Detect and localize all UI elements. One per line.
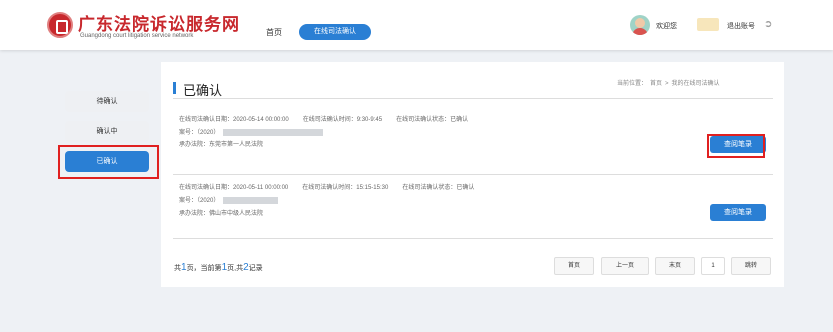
- record-item: 在线司法确认日期：2020-05-11 00:00:00 在线司法确认时间：15:…: [173, 176, 773, 246]
- pager-prev-button[interactable]: 上一页: [601, 257, 649, 275]
- logout-link[interactable]: 退出账号: [727, 21, 755, 31]
- user-avatar[interactable]: [630, 15, 650, 35]
- logout-icon[interactable]: ➲: [764, 19, 772, 30]
- record-court: 承办法院：东莞市第一人民法院: [179, 142, 264, 148]
- sidebar-item-pending[interactable]: 待确认: [65, 91, 149, 112]
- record-case-line: 案号：（2020）: [179, 195, 292, 204]
- record-time: 在线司法确认时间：9:30-9:45: [302, 117, 383, 123]
- record-court: 承办法院：佛山市中级人民法院: [179, 211, 264, 217]
- breadcrumb-prefix: 当前位置：: [617, 81, 648, 87]
- breadcrumb-current: 我的在线司法确认: [671, 81, 720, 87]
- highlight-box-view-button: [707, 134, 765, 158]
- record-divider: [173, 238, 773, 239]
- court-emblem-icon: [47, 12, 73, 38]
- main-panel: 已确认 当前位置： 首页 > 我的在线司法确认 在线司法确认日期：2020-05-14…: [161, 62, 784, 287]
- pager-last-button[interactable]: 末页: [655, 257, 695, 275]
- record-court-line: 承办法院：东莞市第一人民法院: [179, 139, 277, 148]
- nav-online-judicial-confirmation[interactable]: 在线司法确认: [299, 24, 371, 40]
- record-divider: [173, 174, 773, 175]
- view-transcript-button[interactable]: 查阅笔录: [710, 204, 766, 221]
- username-redacted: [697, 18, 719, 31]
- site-title: 广东法院诉讼服务网: [78, 15, 240, 34]
- nav-home-link[interactable]: 首页: [266, 27, 282, 38]
- record-case-line: 案号：（2020）: [179, 127, 337, 136]
- record-time: 在线司法确认时间：15:15-15:30: [302, 185, 389, 191]
- record-status: 在线司法确认状态：已确认: [396, 117, 469, 123]
- sidebar-item-confirming[interactable]: 确认中: [65, 121, 149, 142]
- case-no-redacted: [223, 196, 279, 204]
- pager-text: 记录: [248, 265, 263, 272]
- top-header: 广东法院诉讼服务网 Guangdong court litigation ser…: [0, 0, 833, 50]
- highlight-box-sidebar: [58, 145, 159, 179]
- record-status: 在线司法确认状态：已确认: [402, 185, 475, 191]
- pager-page-input[interactable]: 1: [701, 257, 725, 275]
- title-accent-bar: [173, 82, 176, 94]
- record-date: 在线司法确认日期：2020-05-14 00:00:00: [179, 117, 289, 123]
- breadcrumb-separator: >: [665, 81, 669, 87]
- case-no-redacted: [223, 128, 324, 136]
- title-divider: [173, 98, 773, 99]
- pager-text: 页,共: [227, 265, 244, 272]
- site-subtitle: Guangdong court litigation service netwo…: [80, 33, 194, 39]
- record-court-line: 承办法院：佛山市中级人民法院: [179, 208, 277, 217]
- pager-jump-button[interactable]: 跳转: [731, 257, 771, 275]
- record-meta-line: 在线司法确认日期：2020-05-14 00:00:00 在线司法确认时间：9:3…: [179, 114, 482, 123]
- record-case-no: 案号：（2020）: [179, 198, 220, 204]
- pager-first-button[interactable]: 首页: [554, 257, 594, 275]
- page-title: 已确认: [183, 83, 223, 98]
- breadcrumb: 当前位置： 首页 > 我的在线司法确认: [617, 78, 723, 87]
- pager-text: 共: [174, 265, 181, 272]
- pager-info: 共1页，当前第1页,共2记录: [174, 262, 263, 273]
- breadcrumb-home[interactable]: 首页: [650, 81, 662, 87]
- record-case-no: 案号：（2020）: [179, 130, 220, 136]
- record-item: 在线司法确认日期：2020-05-14 00:00:00 在线司法确认时间：9:3…: [173, 106, 773, 176]
- pager-text: 页，当前第: [186, 265, 222, 272]
- record-meta-line: 在线司法确认日期：2020-05-11 00:00:00 在线司法确认时间：15:…: [179, 182, 488, 191]
- record-date: 在线司法确认日期：2020-05-11 00:00:00: [179, 185, 289, 191]
- welcome-text: 欢迎您: [656, 23, 677, 30]
